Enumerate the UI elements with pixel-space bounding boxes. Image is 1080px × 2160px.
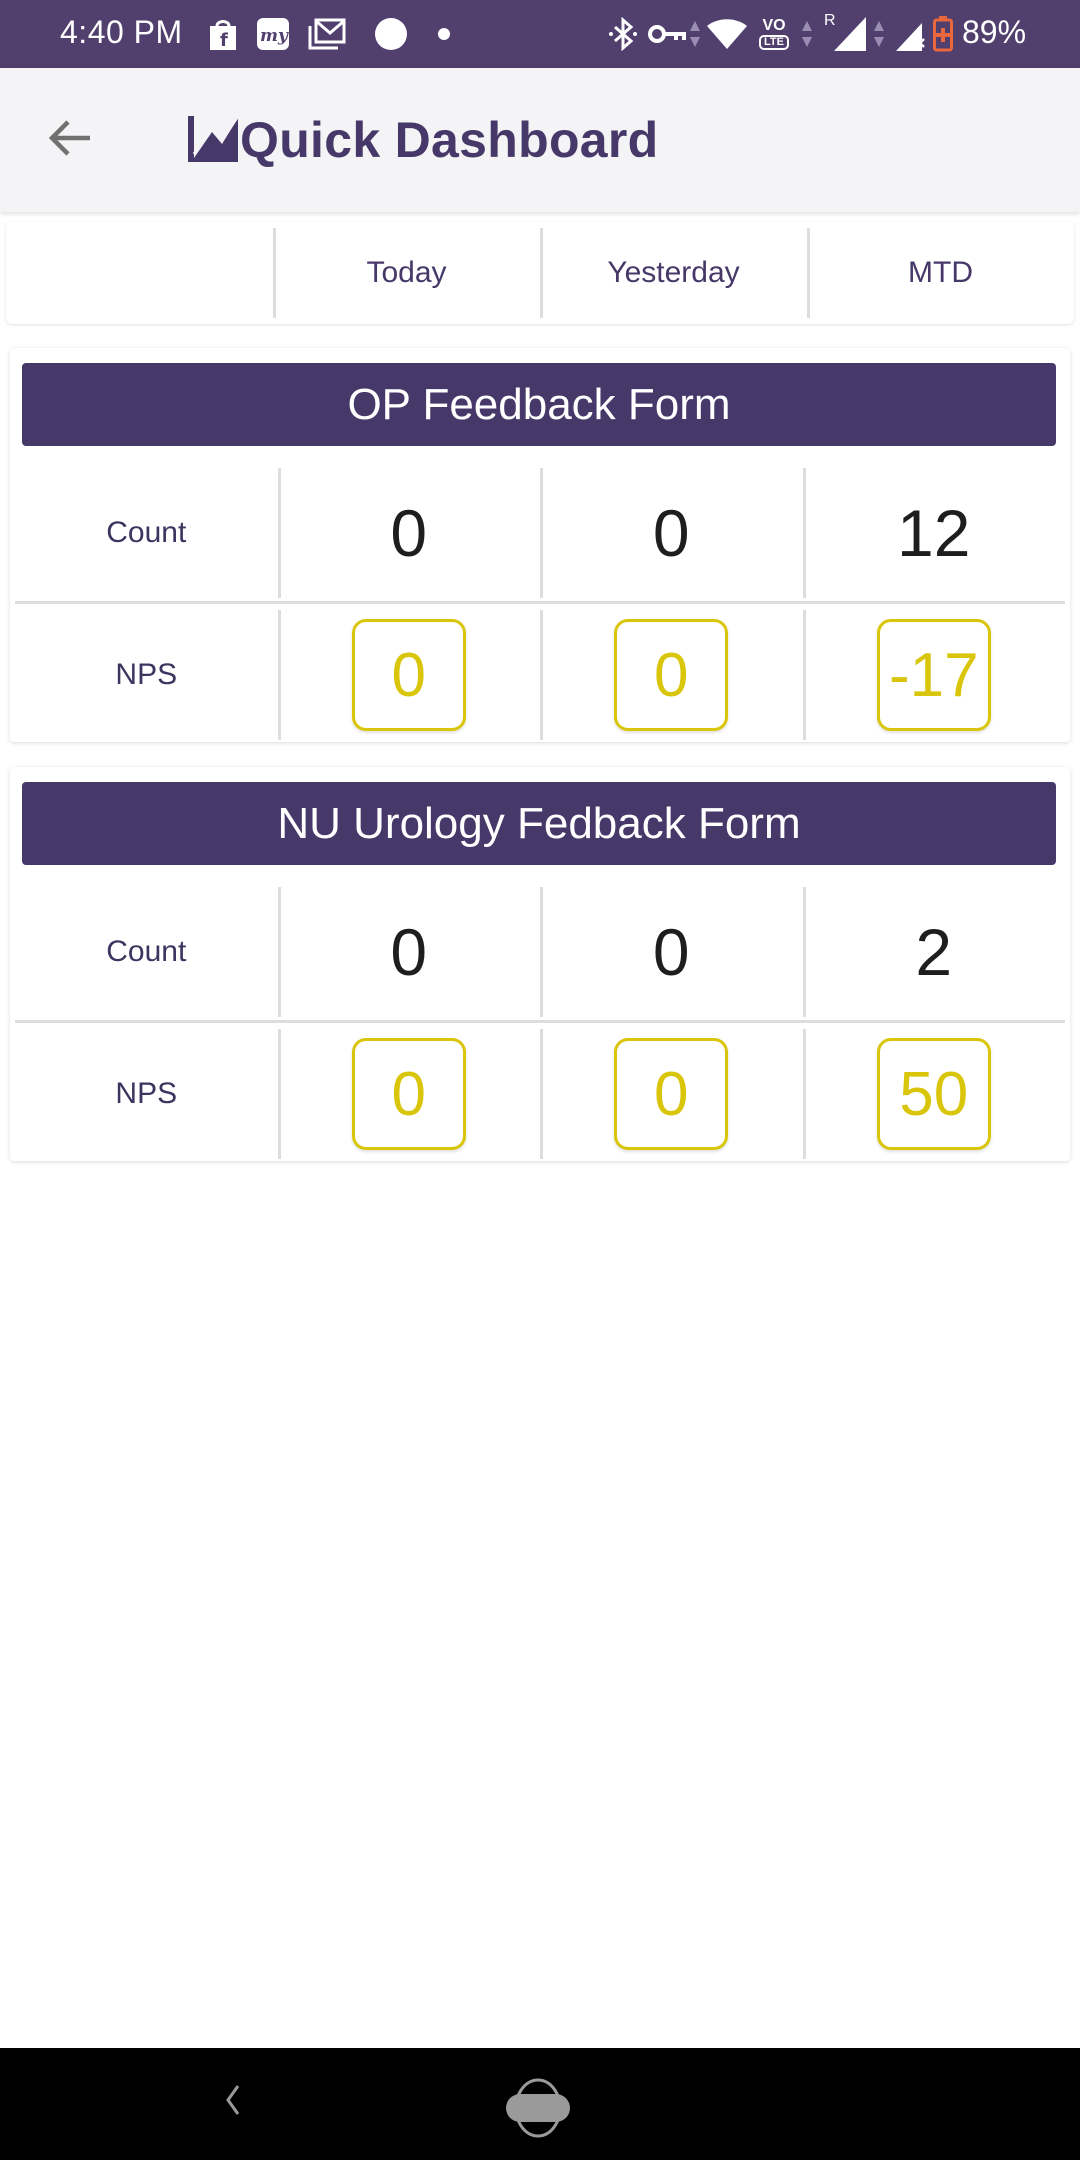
count-value: 0	[390, 496, 428, 570]
nps-label: NPS	[115, 658, 178, 691]
nps-badge[interactable]: 0	[614, 1038, 729, 1150]
status-time: 4:40 PM	[60, 14, 183, 50]
count-today[interactable]: 0	[277, 887, 541, 1017]
volte-label: VO	[762, 17, 786, 34]
period-blank	[6, 222, 273, 324]
count-mtd[interactable]: 12	[802, 468, 1066, 598]
data-activity-icon	[800, 16, 814, 52]
count-value: 0	[652, 496, 690, 570]
nps-row: NPS 0 0 -17	[15, 610, 1065, 740]
system-nav-bar	[0, 2048, 1080, 2160]
vpn-key-icon	[648, 16, 688, 52]
battery-charging-icon	[932, 16, 954, 52]
flipkart-icon: f	[206, 16, 240, 52]
signal-no-sim-icon	[896, 16, 928, 52]
page-title-text: Quick Dashboard	[240, 112, 659, 168]
svg-text:my: my	[260, 26, 289, 46]
count-today[interactable]: 0	[277, 468, 541, 598]
nps-yesterday: 0	[540, 1029, 803, 1159]
makemytrip-icon: my	[256, 16, 290, 52]
nps-mtd: -17	[802, 610, 1066, 740]
nps-yesterday: 0	[540, 610, 803, 740]
period-header: Today Yesterday MTD	[6, 222, 1074, 324]
nps-badge[interactable]: 0	[351, 1038, 466, 1150]
nps-mtd: 50	[802, 1029, 1066, 1159]
nps-row: NPS 0 0 50	[15, 1029, 1065, 1159]
count-label: Count	[106, 935, 187, 968]
count-label: Count	[106, 516, 187, 549]
nps-badge[interactable]: -17	[876, 619, 991, 731]
count-row: Count 0 0 2	[15, 887, 1065, 1017]
nps-today: 0	[277, 1029, 541, 1159]
count-value: 2	[915, 915, 953, 989]
area-chart-icon	[186, 114, 240, 167]
nps-badge[interactable]: 0	[614, 619, 729, 731]
data-activity-icon	[872, 16, 886, 52]
signal-roaming-icon	[834, 16, 866, 52]
form-card-nu-urology-feedback: NU Urology Fedback Form Count 0 0 2 NPS …	[10, 767, 1070, 1161]
dot-icon	[436, 16, 452, 52]
row-divider	[15, 1020, 1065, 1023]
status-bar: 4:40 PM f my VO LTE R 89%	[0, 0, 1080, 68]
bluetooth-icon	[608, 16, 638, 52]
count-yesterday[interactable]: 0	[540, 887, 803, 1017]
count-yesterday[interactable]: 0	[540, 468, 803, 598]
nav-back-button[interactable]	[212, 2080, 252, 2120]
row-divider	[15, 601, 1065, 604]
battery-percent: 89%	[962, 14, 1027, 50]
period-yesterday: Yesterday	[540, 222, 807, 324]
circle-icon	[374, 16, 408, 52]
nps-label: NPS	[115, 1077, 178, 1110]
page-title: Quick Dashboard	[186, 110, 659, 170]
period-mtd: MTD	[807, 222, 1074, 324]
nav-home-icon	[500, 2078, 576, 2144]
volte-icon: VO LTE	[756, 16, 792, 52]
nav-back-icon	[212, 2085, 252, 2124]
nav-home-button[interactable]	[500, 2076, 576, 2140]
count-value: 0	[390, 915, 428, 989]
count-value: 12	[897, 496, 971, 570]
gmail-icon	[308, 16, 346, 52]
wifi-icon	[706, 16, 748, 52]
nps-today: 0	[277, 610, 541, 740]
count-mtd[interactable]: 2	[802, 887, 1066, 1017]
form-title: OP Feedback Form	[22, 363, 1056, 446]
svg-text:f: f	[220, 30, 228, 51]
period-today: Today	[273, 222, 540, 324]
lte-label: LTE	[759, 35, 789, 50]
arrow-left-icon	[48, 118, 92, 163]
back-button[interactable]	[40, 110, 100, 170]
count-value: 0	[652, 915, 690, 989]
count-row: Count 0 0 12	[15, 468, 1065, 598]
nps-badge[interactable]: 0	[351, 619, 466, 731]
form-card-op-feedback: OP Feedback Form Count 0 0 12 NPS 0 0 -1…	[10, 348, 1070, 742]
nps-badge[interactable]: 50	[876, 1038, 991, 1150]
app-bar: Quick Dashboard	[0, 68, 1080, 212]
form-title: NU Urology Fedback Form	[22, 782, 1056, 865]
data-activity-icon	[688, 16, 702, 52]
